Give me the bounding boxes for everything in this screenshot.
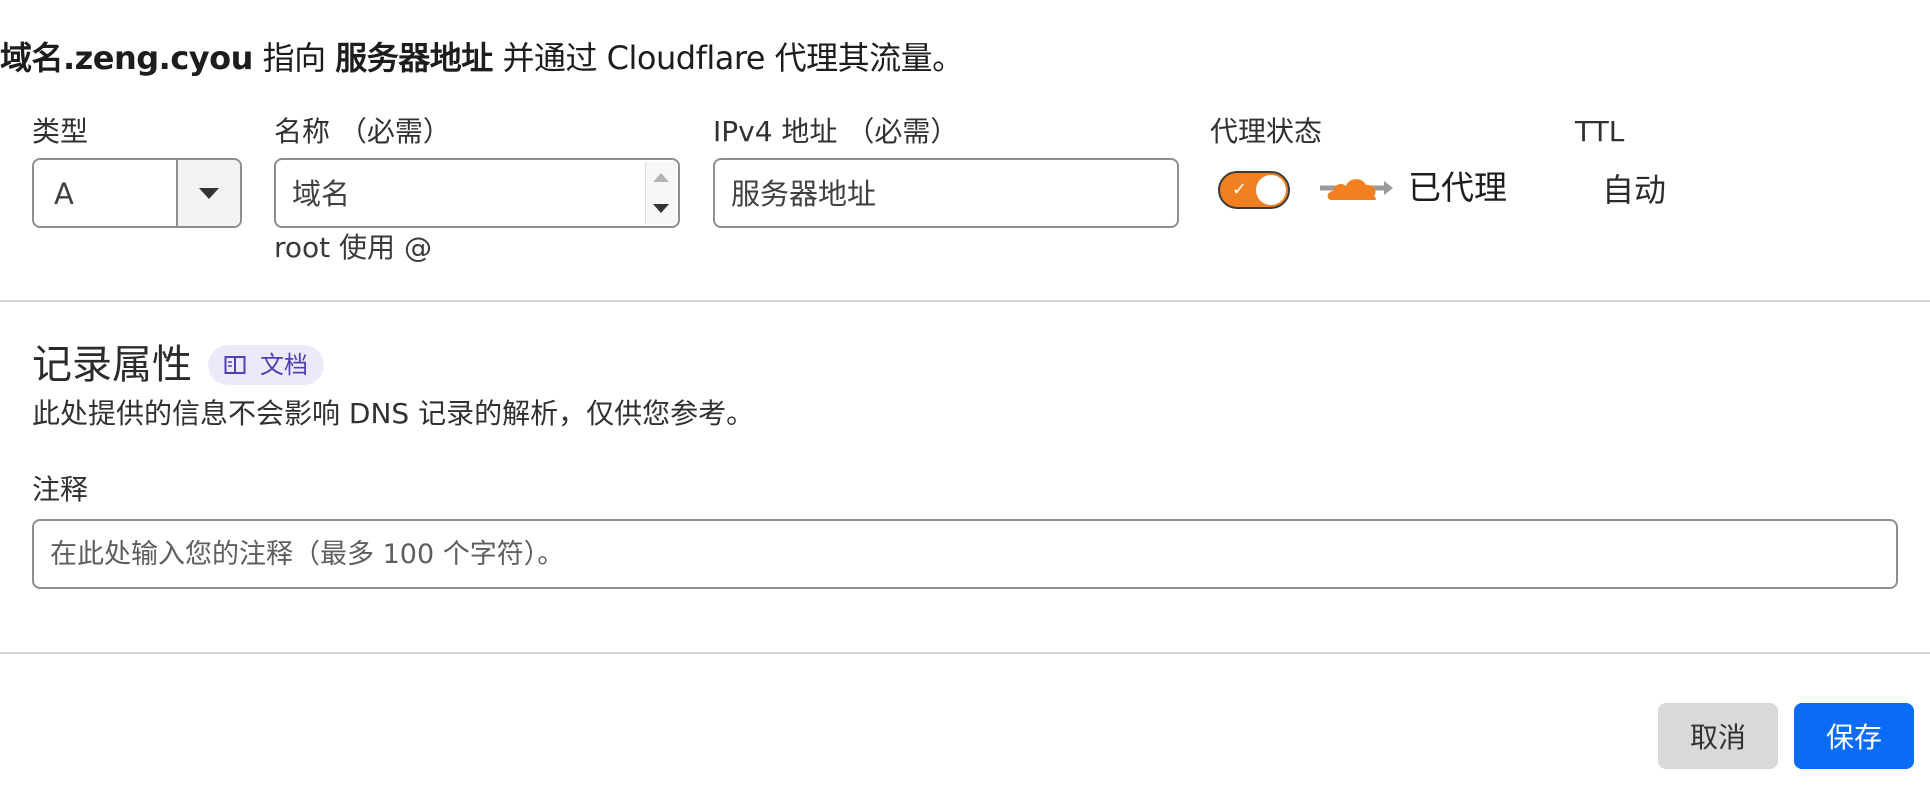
proxied-cloud-icon — [1320, 179, 1393, 200]
ipv4-input[interactable]: 服务器地址 — [713, 158, 1179, 228]
spin-up-icon[interactable] — [653, 173, 669, 182]
record-summary: 域名.zeng.cyou 指向 服务器地址 并通过 Cloudflare 代理其… — [0, 36, 964, 80]
spin-down-icon[interactable] — [653, 204, 669, 213]
ipv4-input-value: 服务器地址 — [731, 177, 877, 211]
docs-link[interactable]: 文档 — [208, 345, 324, 385]
name-hint: root 使用 @ — [274, 231, 432, 264]
ttl-value: 自动 — [1602, 171, 1667, 209]
name-input[interactable]: 域名 — [274, 158, 680, 228]
proxy-status-label: 代理状态 — [1210, 115, 1323, 148]
comment-input[interactable]: 在此处输入您的注释（最多 100 个字符）。 — [32, 519, 1898, 589]
type-select[interactable]: A — [32, 158, 242, 228]
name-label: 名称 （必需） — [274, 115, 451, 148]
summary-proxy-note: 并通过 Cloudflare 代理其流量。 — [502, 39, 964, 77]
section-description: 此处提供的信息不会影响 DNS 记录的解析，仅供您参考。 — [32, 397, 755, 430]
ttl-label: TTL — [1575, 115, 1625, 148]
divider — [0, 300, 1930, 302]
type-label: 类型 — [32, 115, 89, 148]
name-input-spinner[interactable] — [645, 162, 676, 224]
summary-target: 服务器地址 — [335, 39, 493, 77]
ipv4-label: IPv4 地址 （必需） — [713, 115, 959, 148]
type-select-toggle[interactable] — [176, 160, 240, 226]
name-input-value: 域名 — [292, 177, 351, 211]
summary-points-to: 指向 — [262, 39, 327, 77]
save-button[interactable]: 保存 — [1794, 703, 1914, 769]
comment-placeholder: 在此处输入您的注释（最多 100 个字符）。 — [50, 539, 565, 570]
section-title-record-attributes: 记录属性 — [32, 342, 192, 388]
chevron-down-icon — [199, 187, 219, 199]
check-icon: ✓ — [1232, 179, 1248, 200]
book-icon — [224, 356, 246, 374]
divider — [0, 652, 1930, 654]
docs-link-label: 文档 — [260, 351, 308, 379]
proxy-toggle[interactable]: ✓ — [1218, 171, 1290, 209]
comment-label: 注释 — [32, 473, 89, 506]
toggle-knob — [1256, 175, 1286, 205]
summary-record-name: 域名.zeng.cyou — [0, 39, 253, 77]
proxy-status-text: 已代理 — [1408, 168, 1507, 207]
type-select-value: A — [54, 177, 74, 211]
cancel-button[interactable]: 取消 — [1658, 703, 1778, 769]
